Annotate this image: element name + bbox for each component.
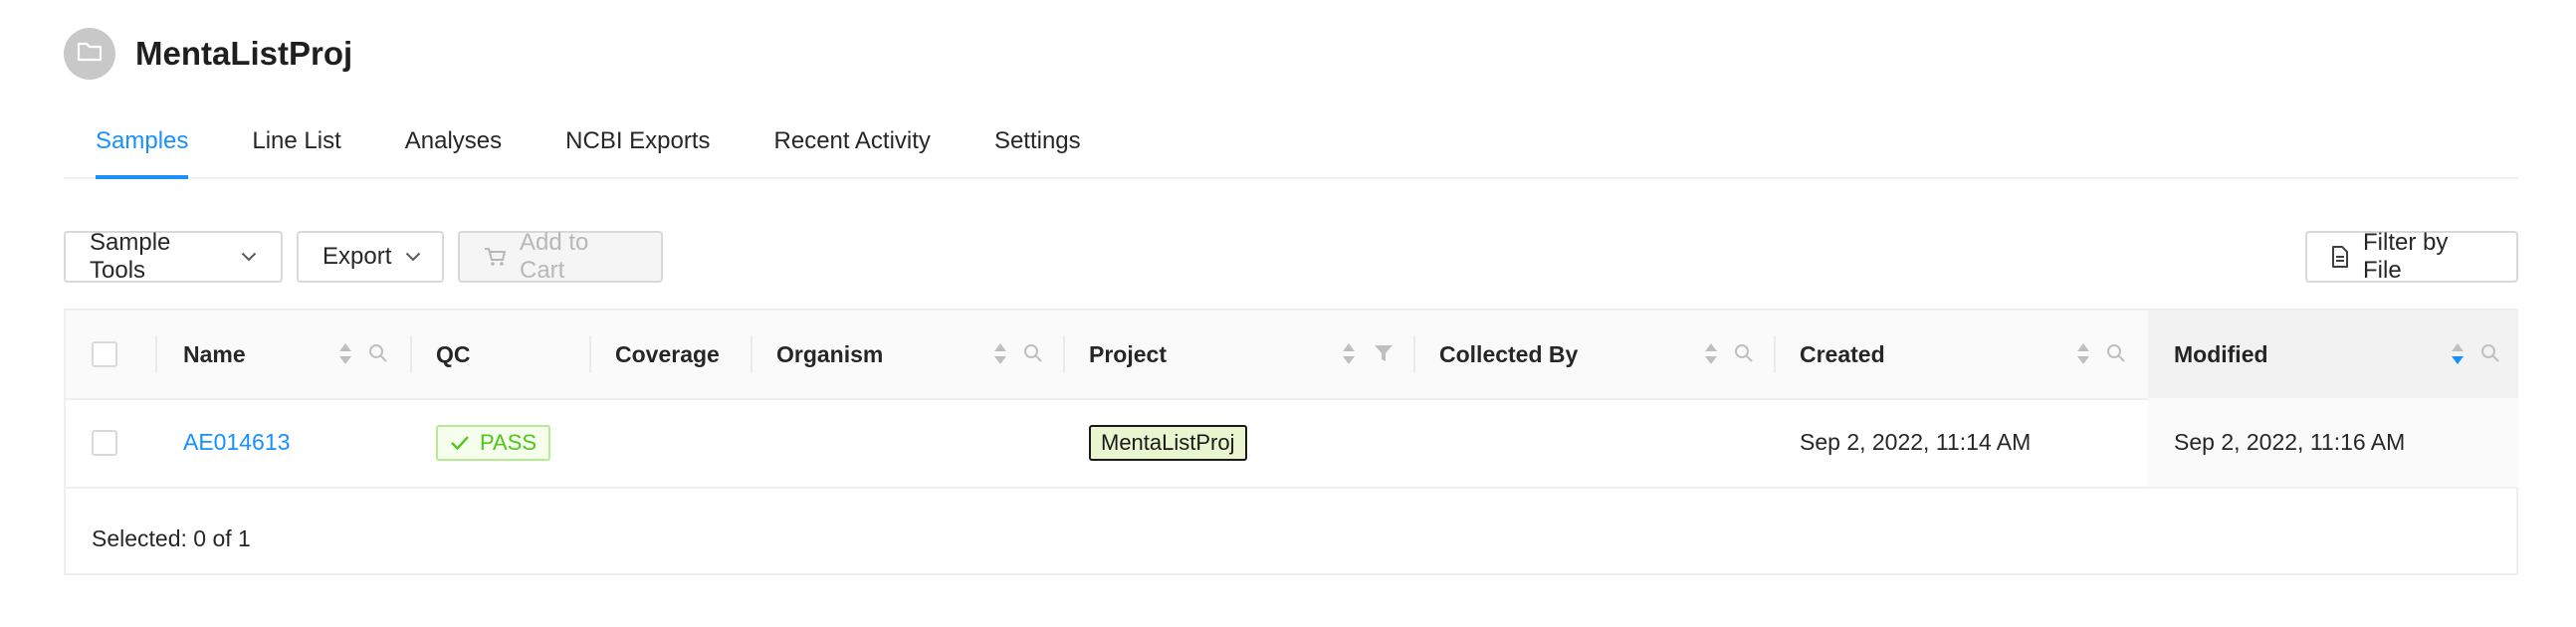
sort-icon[interactable] [993, 342, 1007, 365]
filter-by-file-label: Filter by File [2363, 229, 2449, 284]
sort-icon[interactable] [338, 342, 352, 365]
add-to-cart-label: Add to Cart [520, 229, 589, 284]
tab-recent-activity[interactable]: Recent Activity [774, 115, 931, 177]
filter-by-file-button[interactable]: Filter by File [2305, 229, 2518, 284]
sort-icon[interactable] [1704, 342, 1718, 365]
tab-analyses[interactable]: Analyses [405, 115, 502, 177]
modified-date-cell: Sep 2, 2022, 11:16 AM [2174, 429, 2406, 455]
select-all-cell [92, 311, 117, 398]
export-button[interactable]: Export [297, 231, 444, 283]
column-header-modified[interactable]: Modified [2174, 311, 2268, 398]
tab-samples[interactable]: Samples [64, 115, 220, 179]
column-header-name[interactable]: Name [183, 311, 246, 398]
column-divider [1413, 335, 1415, 373]
check-icon [451, 435, 469, 450]
select-all-checkbox[interactable] [92, 341, 117, 367]
column-header-qc[interactable]: QC [436, 311, 471, 398]
row-select-cell [92, 398, 117, 487]
search-icon[interactable] [2106, 343, 2126, 363]
sample-name-link[interactable]: AE014613 [183, 429, 290, 456]
sample-tools-label: Sample Tools [90, 229, 171, 284]
chevron-down-icon [241, 252, 257, 262]
tab-ncbi-exports[interactable]: NCBI Exports [565, 115, 710, 177]
column-divider [589, 335, 591, 373]
selection-summary: Selected: 0 of 1 [92, 524, 251, 551]
column-divider [1063, 335, 1065, 373]
export-label: Export [322, 243, 392, 270]
column-header-project[interactable]: Project [1089, 311, 1167, 398]
column-divider [155, 335, 157, 373]
project-header: MentaListProj [64, 28, 352, 80]
table-header: Name QC Coverage Organism Project Collec… [66, 311, 2518, 400]
column-divider [410, 335, 412, 373]
column-header-collected-by[interactable]: Collected By [1439, 311, 1578, 398]
cart-icon [484, 247, 506, 267]
sample-tools-button[interactable]: Sample Tools [64, 229, 283, 284]
qc-status-badge: PASS [436, 424, 551, 461]
tab-line-list[interactable]: Line List [252, 115, 340, 177]
column-header-created[interactable]: Created [1800, 311, 1885, 398]
column-header-coverage[interactable]: Coverage [615, 311, 720, 398]
file-icon [2331, 246, 2349, 268]
row-checkbox[interactable] [92, 429, 117, 456]
column-divider [751, 335, 752, 373]
add-to-cart-button[interactable]: Add to Cart [458, 229, 663, 284]
column-divider [1774, 335, 1776, 373]
folder-icon [77, 41, 103, 68]
created-date-cell: Sep 2, 2022, 11:14 AM [1800, 429, 2032, 455]
avatar [64, 28, 115, 80]
filter-icon[interactable] [1374, 344, 1394, 362]
sort-icon[interactable] [1342, 342, 1356, 365]
project-tag: MentaListProj [1089, 424, 1247, 461]
search-icon[interactable] [1734, 343, 1754, 363]
sort-icon[interactable] [2076, 342, 2090, 365]
search-icon[interactable] [368, 343, 388, 363]
table-row: AE014613 PASS MentaListProj Sep 2, 2022,… [66, 398, 2518, 489]
sort-descending-icon[interactable] [2451, 342, 2465, 365]
qc-status-label: PASS [480, 429, 537, 455]
page-title: MentaListProj [135, 35, 353, 72]
search-icon[interactable] [1023, 343, 1043, 363]
tab-settings[interactable]: Settings [994, 115, 1081, 177]
chevron-down-icon [405, 252, 421, 262]
samples-table: Name QC Coverage Organism Project Collec… [64, 309, 2518, 575]
column-header-organism[interactable]: Organism [776, 311, 883, 398]
project-tabs: Samples Line List Analyses NCBI Exports … [64, 115, 2518, 179]
search-icon[interactable] [2480, 343, 2500, 363]
